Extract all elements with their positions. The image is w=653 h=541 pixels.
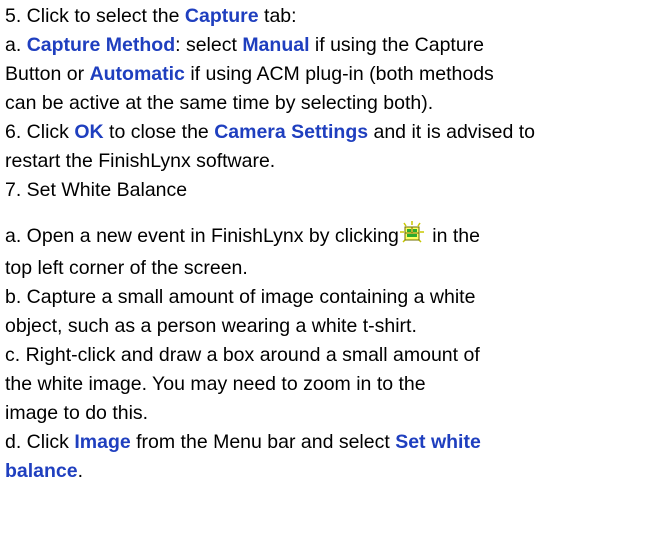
step-7b-text: b. Capture a small amount of image conta… bbox=[5, 286, 476, 308]
step-5a-prefix: a. bbox=[5, 34, 27, 56]
capture-tab-keyword: Capture bbox=[184, 5, 259, 27]
step-7-title-text: 7. Set White Balance bbox=[5, 179, 188, 201]
step-5a-line-2: Button or Automatic if using ACM plug-in… bbox=[5, 60, 653, 89]
step-7c-text: c. Right-click and draw a box around a s… bbox=[5, 344, 480, 366]
step-7d-line-2: balance. bbox=[5, 457, 653, 486]
image-menu-keyword: Image bbox=[74, 431, 131, 453]
step-7d-text: from the Menu bar and select bbox=[130, 431, 396, 453]
step-7a-text-2: in the bbox=[426, 225, 480, 247]
step-7-title: 7. Set White Balance bbox=[5, 176, 653, 205]
step-7b-line-2: object, such as a person wearing a white… bbox=[5, 312, 653, 341]
step-7b-text-2: object, such as a person wearing a white… bbox=[5, 315, 417, 337]
capture-method-keyword: Capture Method bbox=[26, 34, 176, 56]
step-6-prefix: 6. Click bbox=[5, 121, 75, 143]
step-7c-line-2: the white image. You may need to zoom in… bbox=[5, 370, 653, 399]
step-6-text: to close the bbox=[103, 121, 215, 143]
step-7c-line-3: image to do this. bbox=[5, 399, 653, 428]
step-6-text-3: restart the FinishLynx software. bbox=[5, 150, 276, 172]
new-event-icon bbox=[398, 220, 425, 246]
set-white-keyword: Set white bbox=[395, 431, 481, 453]
step-5a-text-5: can be active at the same time by select… bbox=[5, 92, 434, 114]
step-5-suffix: tab: bbox=[258, 5, 297, 27]
step-5a-text-3: Button or bbox=[5, 63, 90, 85]
camera-settings-keyword: Camera Settings bbox=[214, 121, 369, 143]
balance-keyword: balance bbox=[5, 460, 78, 482]
step-7c-text-3: image to do this. bbox=[5, 402, 149, 424]
manual-keyword: Manual bbox=[242, 34, 310, 56]
ok-keyword: OK bbox=[74, 121, 104, 143]
step-5a-text-2: if using the Capture bbox=[309, 34, 485, 56]
step-5-text: 5. Click to select the bbox=[5, 5, 185, 27]
step-5a-line-3: can be active at the same time by select… bbox=[5, 89, 653, 118]
instructions-page: 5. Click to select the Capture tab: a. C… bbox=[0, 0, 653, 541]
step-5a-text: : select bbox=[175, 34, 243, 56]
step-6-text-2: and it is advised to bbox=[368, 121, 536, 143]
step-7c-line-1: c. Right-click and draw a box around a s… bbox=[5, 341, 653, 370]
automatic-keyword: Automatic bbox=[89, 63, 185, 85]
step-7b-line-1: b. Capture a small amount of image conta… bbox=[5, 283, 653, 312]
step-7a-line-2: top left corner of the screen. bbox=[5, 254, 653, 283]
step-5a-text-4: if using ACM plug-in (both methods bbox=[184, 63, 494, 85]
step-5a-line-1: a. Capture Method: select Manual if usin… bbox=[5, 31, 653, 60]
step-7d-prefix: d. Click bbox=[5, 431, 75, 453]
step-7a-text: a. Open a new event in FinishLynx by cli… bbox=[5, 225, 399, 247]
step-7a-line-1: a. Open a new event in FinishLynx by cli… bbox=[5, 219, 653, 254]
step-5-line: 5. Click to select the Capture tab: bbox=[5, 2, 653, 31]
step-7a-text-3: top left corner of the screen. bbox=[5, 257, 248, 279]
step-6-line-1: 6. Click OK to close the Camera Settings… bbox=[5, 118, 653, 147]
step-7d-period: . bbox=[77, 460, 84, 482]
step-7d-line-1: d. Click Image from the Menu bar and sel… bbox=[5, 428, 653, 457]
step-6-line-2: restart the FinishLynx software. bbox=[5, 147, 653, 176]
step-7c-text-2: the white image. You may need to zoom in… bbox=[5, 373, 426, 395]
